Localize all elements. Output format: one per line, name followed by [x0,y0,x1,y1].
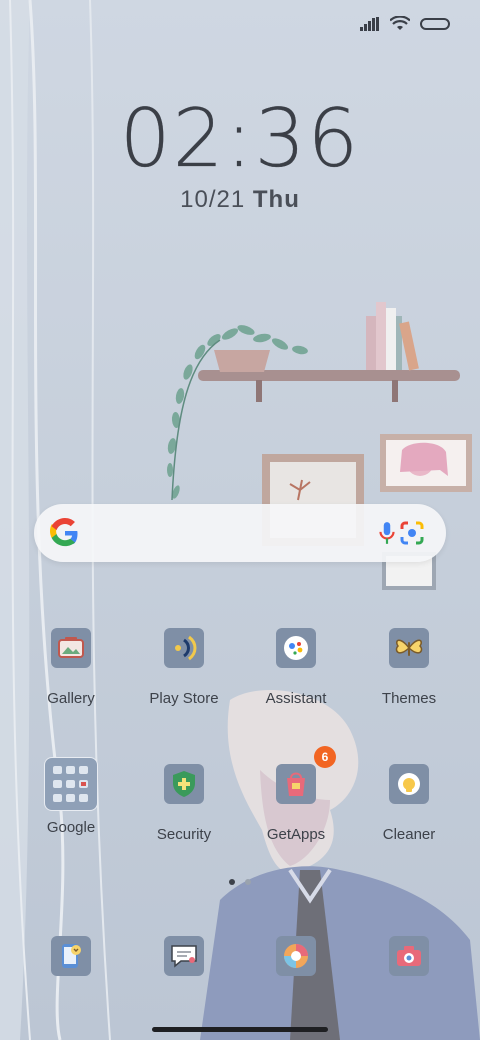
wifi-icon [390,16,410,30]
browser-icon [276,936,316,976]
battery-icon [420,18,450,30]
mic-icon[interactable] [374,520,400,546]
app-assistant[interactable]: Assistant [240,628,352,707]
status-bar [360,14,450,34]
app-label: Google [46,819,96,836]
phone-icon [51,936,91,976]
dock-browser[interactable] [240,936,352,976]
app-label: Themes [381,690,437,707]
dock-messages[interactable] [128,936,240,976]
app-label: Play Store [149,690,219,707]
app-cleaner[interactable]: Cleaner [353,764,465,843]
date-day: 10/21 [180,186,246,213]
app-label: Security [156,826,212,843]
assistant-icon [276,628,316,668]
date-weekday: Thu [252,186,300,213]
google-search-bar[interactable] [34,504,446,562]
security-icon [164,764,204,804]
notification-badge: 6 [314,746,336,768]
dock-camera[interactable] [353,936,465,976]
camera-icon [389,936,429,976]
play-store-icon [164,628,204,668]
app-label: GetApps [266,826,326,843]
gallery-icon [51,628,91,668]
app-gallery[interactable]: Gallery [15,628,127,707]
app-play-store[interactable]: Play Store [128,628,240,707]
app-label: Assistant [265,690,327,707]
clock-hours: 02 [119,92,226,185]
page-dot-active [229,879,235,885]
app-themes[interactable]: Themes [353,628,465,707]
google-icon [50,518,78,547]
date-display[interactable]: 10/21 Thu [0,186,480,214]
app-getapps[interactable]: 6 GetApps [240,746,352,843]
messages-icon [164,936,204,976]
lens-icon[interactable] [398,519,426,547]
dock-phone[interactable] [15,936,127,976]
clock-minutes: 36 [254,92,361,185]
clock-separator: : [225,92,255,185]
lockscreen-clock[interactable]: 02:36 [0,92,480,185]
signal-icon [360,17,379,31]
themes-icon [389,628,429,668]
app-label: Cleaner [382,826,436,843]
cleaner-icon [389,764,429,804]
page-indicator [0,879,480,885]
page-dot [245,879,251,885]
app-label: Gallery [47,690,95,707]
google-folder-icon [44,757,98,811]
app-security[interactable]: Security [128,764,240,843]
app-folder-google[interactable]: Google [15,757,127,836]
getapps-icon: 6 [276,746,336,804]
navigation-gesture-bar[interactable] [152,1027,328,1032]
